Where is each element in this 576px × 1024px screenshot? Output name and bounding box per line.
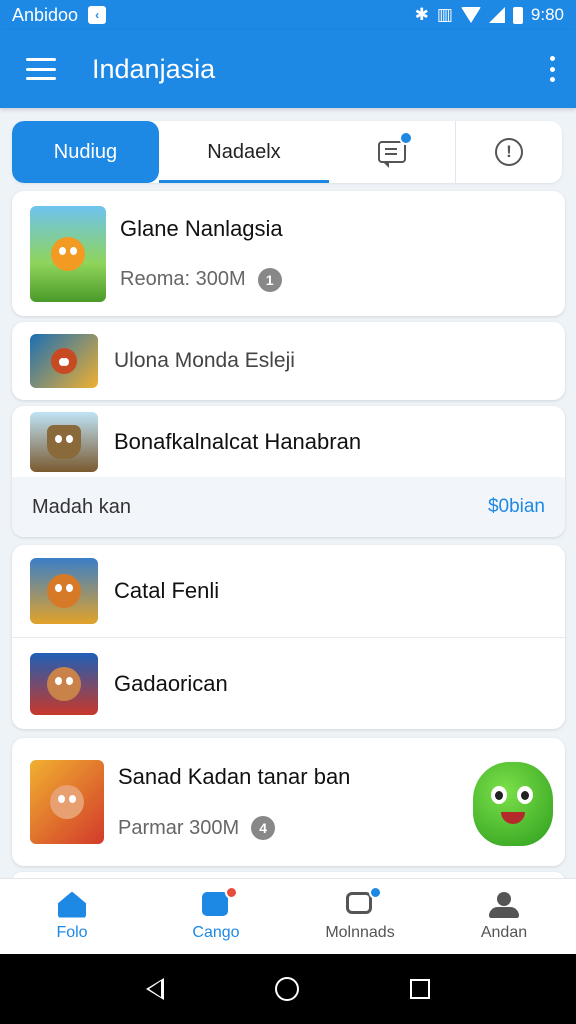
bottom-nav: Folo Cango Molnnads Andan (0, 878, 576, 954)
tab-alerts[interactable]: ! (455, 121, 562, 183)
game-title: Gadaorican (114, 670, 228, 696)
home-button-icon[interactable] (274, 977, 299, 1001)
nav-label: Molnnads (325, 923, 395, 941)
game-thumbnail (30, 760, 104, 844)
tab-messages[interactable] (329, 121, 455, 183)
nav-item-molnnads[interactable]: Molnnads (288, 879, 432, 954)
app-bar: Indanjasia (0, 30, 576, 108)
tab-nadaelx[interactable]: Nadaelx (159, 121, 329, 183)
game-thumbnail (30, 334, 98, 388)
game-card-group: Catal Fenli Gadaorican (12, 545, 565, 729)
game-card[interactable]: Ulona Monda Esleji (12, 322, 565, 400)
game-character-icon (47, 574, 81, 608)
notification-dot (225, 885, 238, 899)
system-nav-bar (0, 954, 576, 1024)
alert-icon: ! (495, 138, 523, 166)
nav-label: Cango (192, 923, 240, 941)
person-icon (489, 891, 519, 918)
tab-bar: Nudiug Nadaelx ! (12, 121, 562, 183)
game-subtitle: Reoma: 300M (120, 268, 246, 290)
bluetooth-icon: ✱ (414, 5, 429, 24)
game-title: Sanad Kadan tanar ban (118, 764, 351, 789)
app-title: Indanjasia (92, 53, 216, 84)
chat-icon (378, 141, 406, 168)
game-character-icon (51, 236, 85, 271)
footer-text: Madah kan (32, 495, 131, 518)
chat-icon (346, 891, 372, 914)
footer-link[interactable]: $0bian (488, 496, 545, 518)
game-card[interactable]: Sanad Kadan tanar ban Parmar 300M 4 (12, 738, 565, 866)
game-thumbnail (30, 205, 106, 302)
nav-item-andan[interactable]: Andan (432, 879, 576, 954)
game-character-icon (47, 424, 81, 459)
status-bar: Anbidoo ‹ ✱ ▥ 9:80 (0, 0, 576, 30)
notification-icon: ‹ (88, 6, 107, 24)
recents-icon[interactable] (410, 979, 431, 999)
game-character-icon (50, 785, 84, 819)
info-badge: 1 (257, 267, 282, 292)
game-thumbnail (30, 411, 98, 472)
wifi-icon (460, 7, 481, 23)
hamburger-icon[interactable] (26, 58, 56, 80)
nav-label: Andan (480, 923, 528, 941)
game-character-icon (47, 666, 81, 701)
game-card[interactable]: Glane Nanlagsia Reoma: 300M 1 (12, 191, 565, 316)
card-footer: Madah kan $0bian (12, 477, 565, 537)
game-card[interactable]: Bonafkalnalcat Hanabran Madah kan $0bian (12, 406, 565, 537)
game-character-icon (51, 348, 77, 374)
carrier-label: Anbidoo (12, 4, 79, 25)
notification-dot (369, 885, 382, 899)
game-thumbnail (30, 652, 98, 715)
game-thumbnail (30, 558, 98, 624)
tab-nudiug[interactable]: Nudiug (12, 121, 159, 183)
mascot-icon (473, 762, 553, 846)
nav-item-folo[interactable]: Folo (0, 879, 144, 954)
battery-icon (512, 6, 523, 24)
game-title: Ulona Monda Esleji (114, 349, 295, 372)
nav-label: Folo (56, 923, 88, 941)
more-vert-icon[interactable] (546, 56, 558, 82)
home-icon (58, 891, 86, 918)
game-title: Glane Nanlagsia (120, 215, 283, 241)
clock: 9:80 (530, 5, 564, 24)
signal-icon (488, 7, 505, 23)
game-title: Bonafkalnalcat Hanabran (114, 428, 362, 454)
game-title: Catal Fenli (114, 578, 220, 603)
list-item[interactable]: Catal Fenli (12, 545, 565, 637)
game-icon (202, 891, 228, 916)
list-item[interactable]: Gadaorican (12, 638, 565, 729)
game-subtitle: Parmar 300M (118, 816, 240, 839)
vibrate-icon: ▥ (436, 5, 453, 24)
nav-item-cango[interactable]: Cango (144, 879, 288, 954)
notification-dot (399, 131, 413, 145)
back-icon[interactable] (145, 978, 164, 1000)
info-badge: 4 (251, 816, 276, 840)
